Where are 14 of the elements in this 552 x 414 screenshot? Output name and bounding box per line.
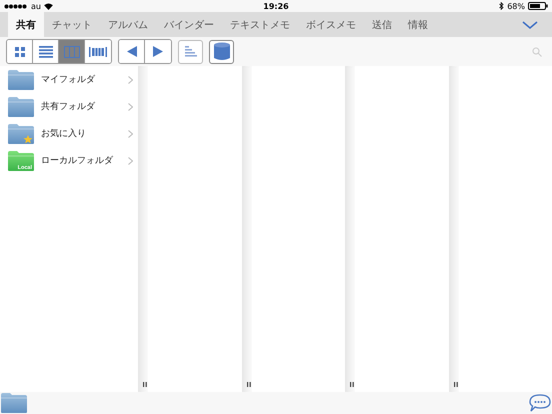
- tab[interactable]: アルバム: [100, 12, 156, 37]
- tab[interactable]: チャット: [44, 12, 100, 37]
- battery-percent: 68%: [507, 2, 525, 10]
- tab[interactable]: テキストメモ: [222, 12, 298, 37]
- carrier-text: au: [31, 2, 41, 10]
- folder-row[interactable]: マイフォルダ: [0, 66, 138, 93]
- tab[interactable]: 情報: [400, 12, 436, 37]
- folder-row[interactable]: お気に入り: [0, 120, 138, 147]
- tab[interactable]: 送信: [364, 12, 400, 37]
- tab[interactable]: 共有: [8, 12, 44, 37]
- tab[interactable]: ボイスメモ: [298, 12, 364, 37]
- clock-time: 19:26: [263, 2, 289, 10]
- tab[interactable]: バインダー: [156, 12, 222, 37]
- folder-row[interactable]: 共有フォルダ: [0, 93, 138, 120]
